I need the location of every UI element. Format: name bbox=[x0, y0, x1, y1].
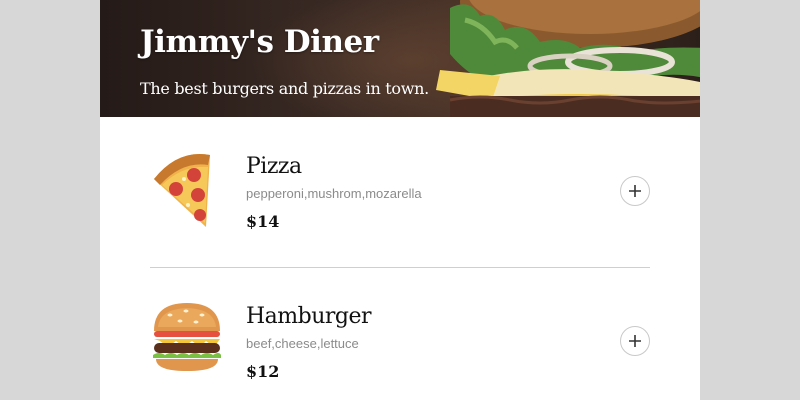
item-price: $12 bbox=[246, 362, 280, 381]
hamburger-icon bbox=[153, 303, 221, 371]
menu-item-pizza: Pizza pepperoni,mushrom,mozarella $14 bbox=[100, 117, 700, 268]
menu-list: Pizza pepperoni,mushrom,mozarella $14 Ha… bbox=[100, 117, 700, 400]
plus-icon bbox=[629, 185, 641, 197]
menu-card: Jimmy's Diner The best burgers and pizza… bbox=[100, 0, 700, 400]
item-ingredients: pepperoni,mushrom,mozarella bbox=[246, 186, 422, 201]
restaurant-tagline: The best burgers and pizzas in town. bbox=[140, 79, 429, 98]
menu-item-hamburger: Hamburger beef,cheese,lettuce $12 bbox=[100, 267, 700, 400]
restaurant-name: Jimmy's Diner bbox=[140, 24, 379, 60]
item-price: $14 bbox=[246, 212, 280, 231]
item-name: Hamburger bbox=[246, 304, 372, 329]
item-ingredients: beef,cheese,lettuce bbox=[246, 336, 359, 351]
plus-icon bbox=[629, 335, 641, 347]
pizza-icon bbox=[154, 154, 210, 227]
add-hamburger-button[interactable] bbox=[620, 326, 650, 356]
add-pizza-button[interactable] bbox=[620, 176, 650, 206]
hero-banner: Jimmy's Diner The best burgers and pizza… bbox=[100, 0, 700, 117]
item-name: Pizza bbox=[246, 154, 302, 179]
